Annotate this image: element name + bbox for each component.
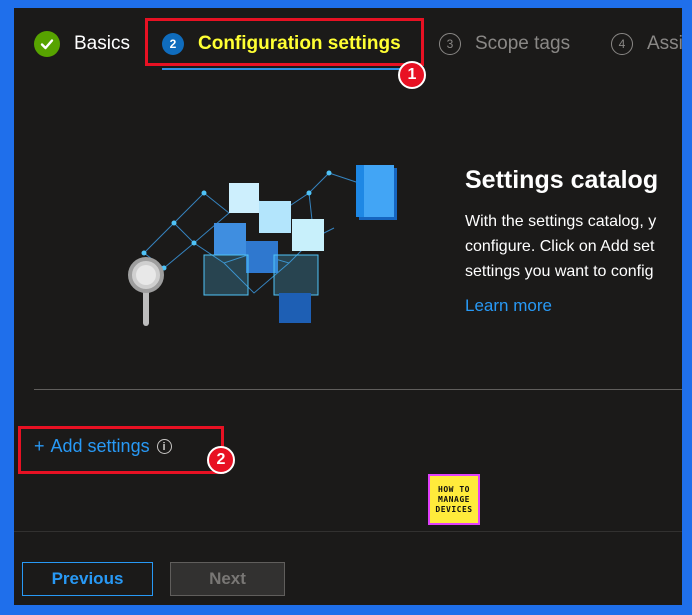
callout-badge-2: 2 bbox=[207, 446, 235, 474]
callout-badge-1: 1 bbox=[398, 61, 426, 89]
logo-line-1: HOW TO bbox=[438, 484, 470, 494]
logo-line-2: MANAGE bbox=[438, 494, 470, 504]
book-icon bbox=[356, 165, 397, 220]
step-number: 4 bbox=[611, 33, 633, 55]
settings-catalog-title: Settings catalog bbox=[465, 166, 659, 194]
tab-assignments-label: Assi bbox=[647, 33, 682, 54]
tab-assignments[interactable]: 4 Assi bbox=[611, 30, 682, 58]
tab-basics-label: Basics bbox=[74, 33, 130, 54]
howto-manage-devices-logo: HOW TO MANAGE DEVICES bbox=[428, 474, 480, 525]
active-tab-underline bbox=[162, 68, 404, 70]
highlight-box-configuration bbox=[145, 18, 424, 66]
settings-catalog-section: Settings catalog With the settings catal… bbox=[465, 166, 682, 316]
catalog-description-line-2: configure. Click on Add set bbox=[465, 238, 655, 255]
tab-scope-tags-label: Scope tags bbox=[475, 33, 571, 54]
catalog-description-line-3: settings you want to config bbox=[465, 263, 654, 280]
tab-scope-tags[interactable]: 3 Scope tags bbox=[439, 30, 570, 58]
checkmark-icon bbox=[34, 31, 60, 57]
next-button[interactable]: Next bbox=[170, 562, 285, 596]
section-divider bbox=[34, 389, 682, 390]
tab-basics[interactable]: Basics bbox=[34, 30, 130, 58]
logo-line-3: DEVICES bbox=[435, 504, 473, 514]
step-number: 3 bbox=[439, 33, 461, 55]
catalog-description-line-1: With the settings catalog, y bbox=[465, 213, 657, 230]
previous-button[interactable]: Previous bbox=[22, 562, 153, 596]
wizard-panel: Basics 2 Configuration settings 3 Scope … bbox=[14, 8, 682, 605]
magnifier-icon bbox=[128, 257, 164, 326]
highlight-box-add-settings bbox=[18, 426, 224, 474]
learn-more-link[interactable]: Learn more bbox=[465, 296, 682, 316]
footer-divider bbox=[14, 531, 682, 532]
settings-catalog-illustration bbox=[128, 165, 397, 326]
